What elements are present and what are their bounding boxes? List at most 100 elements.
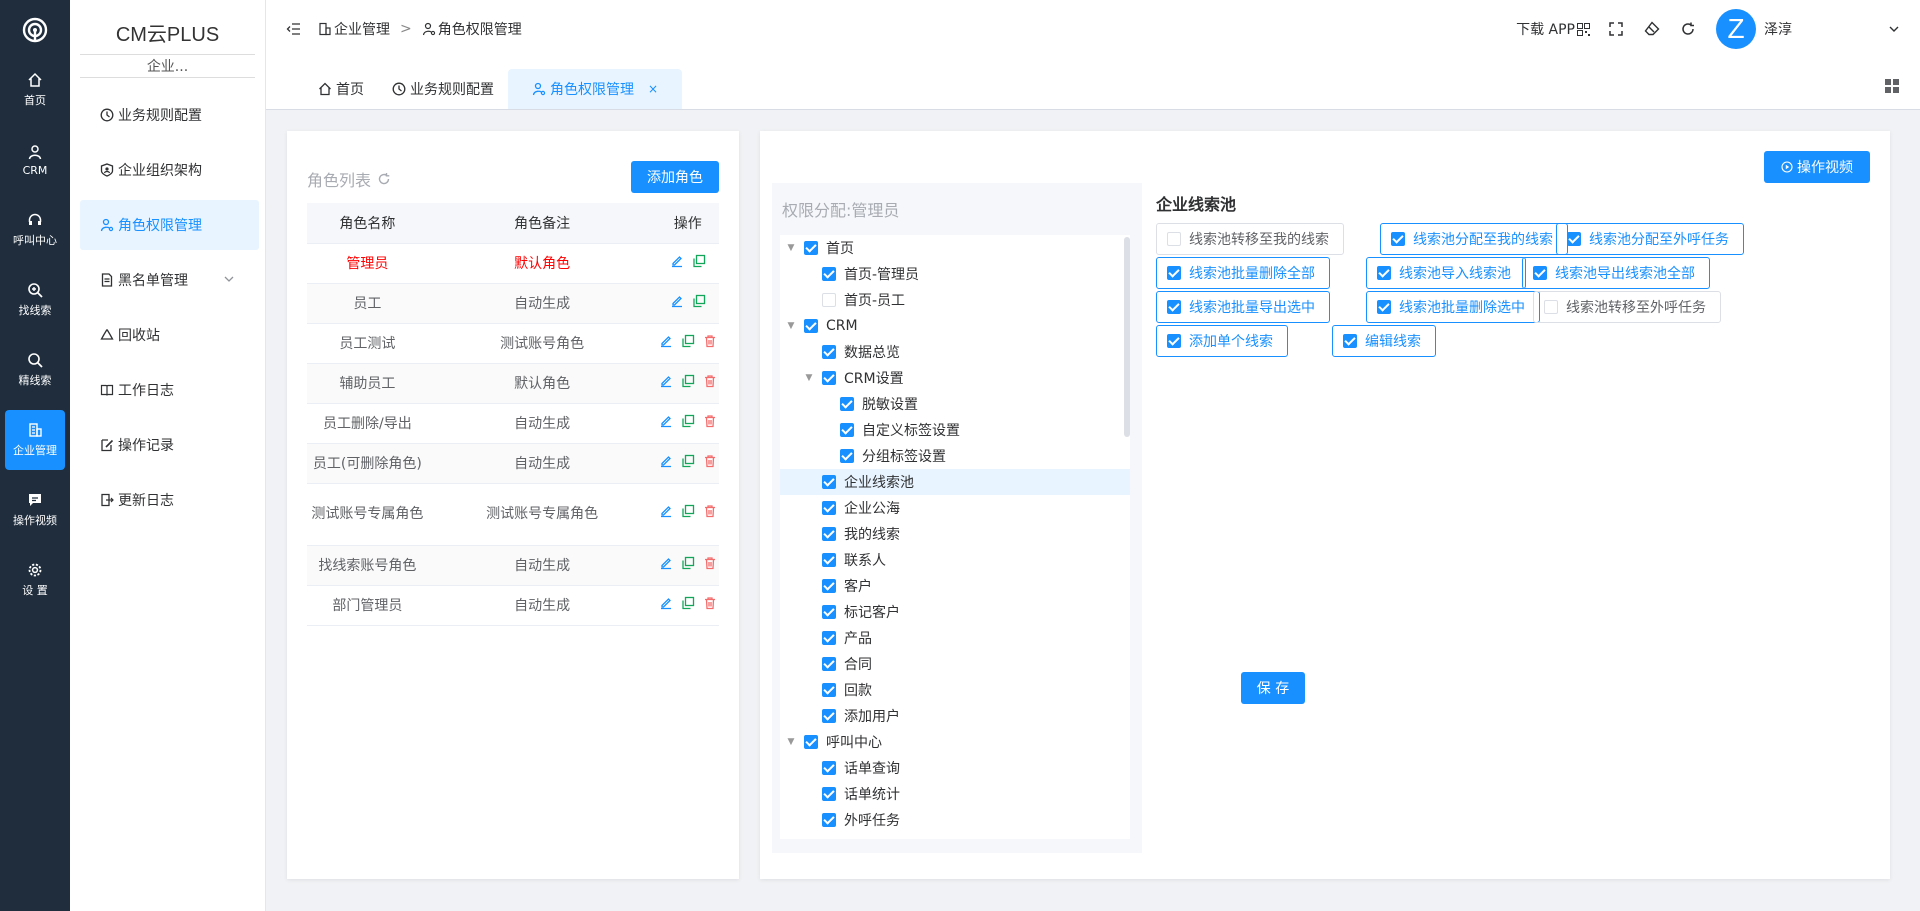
tree-checkbox[interactable] bbox=[822, 709, 836, 723]
tree-checkbox[interactable] bbox=[822, 267, 836, 281]
tree-node[interactable]: 话单统计 bbox=[780, 781, 1130, 807]
tab-role-permissions[interactable]: 角色权限管理 × bbox=[508, 69, 683, 109]
edit-icon[interactable] bbox=[659, 414, 673, 428]
rail-item-home[interactable]: 首页 bbox=[5, 60, 65, 120]
copy-icon[interactable] bbox=[681, 454, 695, 468]
tree-node[interactable]: 脱敏设置 bbox=[780, 391, 1130, 417]
fullscreen-icon[interactable] bbox=[1608, 21, 1624, 37]
checkbox[interactable] bbox=[1377, 300, 1391, 314]
tree-node[interactable]: ▼ 呼叫中心 bbox=[780, 729, 1130, 755]
tree-node[interactable]: ▼ 首页 bbox=[780, 235, 1130, 261]
checkbox[interactable] bbox=[1167, 232, 1181, 246]
tree-node[interactable]: 客户 bbox=[780, 573, 1130, 599]
tree-node[interactable]: 企业线索池 bbox=[780, 469, 1130, 495]
copy-icon[interactable] bbox=[692, 294, 706, 308]
checkbox[interactable] bbox=[1544, 300, 1558, 314]
checkbox[interactable] bbox=[1391, 232, 1405, 246]
tree-node[interactable]: 合同 bbox=[780, 651, 1130, 677]
rail-item-settings[interactable]: 设 置 bbox=[5, 550, 65, 610]
tree-node[interactable]: 首页-管理员 bbox=[780, 261, 1130, 287]
caret-down-icon[interactable]: ▼ bbox=[802, 371, 816, 385]
add-role-button[interactable]: 添加角色 bbox=[631, 161, 719, 193]
tree-node[interactable]: 自定义标签设置 bbox=[780, 417, 1130, 443]
tree-checkbox[interactable] bbox=[822, 553, 836, 567]
delete-icon[interactable] bbox=[703, 454, 717, 468]
tree-checkbox[interactable] bbox=[822, 501, 836, 515]
tree-checkbox[interactable] bbox=[822, 761, 836, 775]
tree-node[interactable]: 首页-员工 bbox=[780, 287, 1130, 313]
sidebar-item-blacklist[interactable]: 黑名单管理 bbox=[80, 255, 259, 305]
sidebar-item-operation-log[interactable]: 操作记录 bbox=[80, 420, 259, 470]
delete-icon[interactable] bbox=[703, 414, 717, 428]
checkbox[interactable] bbox=[1167, 334, 1181, 348]
refresh-icon[interactable] bbox=[377, 172, 391, 186]
tree-scrollbar[interactable] bbox=[1124, 237, 1130, 437]
download-app-link[interactable]: 下载 APP bbox=[1516, 19, 1590, 39]
edit-icon[interactable] bbox=[670, 294, 684, 308]
table-row[interactable]: 部门管理员 自动生成 bbox=[307, 585, 719, 626]
copy-icon[interactable] bbox=[681, 596, 695, 610]
checkbox[interactable] bbox=[1377, 266, 1391, 280]
table-row[interactable]: 测试账号专属角色 测试账号专属角色 bbox=[307, 483, 719, 546]
sidebar-item-update-log[interactable]: 更新日志 bbox=[80, 475, 259, 525]
table-row[interactable]: 员工(可删除角色) 自动生成 bbox=[307, 443, 719, 484]
sidebar-item-role-permissions[interactable]: 角色权限管理 bbox=[80, 200, 259, 250]
table-row[interactable]: 员工删除/导出 自动生成 bbox=[307, 403, 719, 444]
edit-icon[interactable] bbox=[659, 596, 673, 610]
checkbox[interactable] bbox=[1533, 266, 1547, 280]
copy-icon[interactable] bbox=[681, 556, 695, 570]
table-row[interactable]: 员工 自动生成 bbox=[307, 283, 719, 324]
delete-icon[interactable] bbox=[703, 503, 717, 518]
permission-checkbox[interactable]: 线索池转移至我的线索 bbox=[1156, 223, 1344, 255]
permission-checkbox[interactable]: 添加单个线索 bbox=[1156, 325, 1288, 357]
menu-fold-icon[interactable] bbox=[286, 21, 302, 37]
tree-checkbox[interactable] bbox=[840, 397, 854, 411]
app-logo[interactable] bbox=[0, 0, 70, 60]
permission-checkbox[interactable]: 线索池导入线索池 bbox=[1366, 257, 1526, 289]
tree-checkbox[interactable] bbox=[822, 527, 836, 541]
copy-icon[interactable] bbox=[681, 414, 695, 428]
tree-node[interactable]: ▼ CRM bbox=[780, 313, 1130, 339]
permission-checkbox[interactable]: 线索池批量导出选中 bbox=[1156, 291, 1330, 323]
delete-icon[interactable] bbox=[703, 596, 717, 610]
copy-icon[interactable] bbox=[681, 334, 695, 348]
edit-icon[interactable] bbox=[659, 503, 673, 518]
rail-item-crm[interactable]: CRM bbox=[5, 130, 65, 190]
clear-cache-icon[interactable] bbox=[1644, 21, 1660, 37]
checkbox[interactable] bbox=[1567, 232, 1581, 246]
delete-icon[interactable] bbox=[703, 374, 717, 388]
sidebar-item-org-structure[interactable]: 企业组织架构 bbox=[80, 145, 259, 195]
tree-checkbox[interactable] bbox=[822, 683, 836, 697]
checkbox[interactable] bbox=[1343, 334, 1357, 348]
breadcrumb-item[interactable]: 企业管理 bbox=[334, 19, 390, 39]
operation-video-button[interactable]: 操作视频 bbox=[1764, 151, 1870, 183]
tree-node[interactable]: 我的线索 bbox=[780, 521, 1130, 547]
edit-icon[interactable] bbox=[659, 556, 673, 570]
sidebar-item-work-log[interactable]: 工作日志 bbox=[80, 365, 259, 415]
tree-node[interactable]: 产品 bbox=[780, 625, 1130, 651]
edit-icon[interactable] bbox=[670, 254, 684, 268]
checkbox[interactable] bbox=[1167, 266, 1181, 280]
tree-checkbox[interactable] bbox=[822, 813, 836, 827]
caret-down-icon[interactable]: ▼ bbox=[784, 241, 798, 255]
tree-checkbox[interactable] bbox=[822, 657, 836, 671]
grid-menu-icon[interactable] bbox=[1884, 78, 1900, 94]
tree-node[interactable]: 分组标签设置 bbox=[780, 443, 1130, 469]
permission-checkbox[interactable]: 线索池分配至我的线索 bbox=[1380, 223, 1568, 255]
table-row[interactable]: 辅助员工 默认角色 bbox=[307, 363, 719, 404]
tab-home[interactable]: 首页 bbox=[304, 69, 378, 109]
delete-icon[interactable] bbox=[703, 556, 717, 570]
tree-checkbox[interactable] bbox=[822, 345, 836, 359]
table-row[interactable]: 管理员 默认角色 bbox=[307, 243, 719, 284]
copy-icon[interactable] bbox=[681, 503, 695, 518]
permission-checkbox[interactable]: 线索池批量删除全部 bbox=[1156, 257, 1330, 289]
tree-checkbox[interactable] bbox=[822, 787, 836, 801]
caret-down-icon[interactable]: ▼ bbox=[784, 735, 798, 749]
tree-node[interactable]: 外呼任务 bbox=[780, 807, 1130, 833]
tree-node[interactable]: 数据总览 bbox=[780, 339, 1130, 365]
rail-item-enterprise[interactable]: 企业管理 bbox=[5, 410, 65, 470]
delete-icon[interactable] bbox=[703, 334, 717, 348]
edit-icon[interactable] bbox=[659, 334, 673, 348]
avatar[interactable]: Z bbox=[1716, 9, 1756, 49]
tree-node[interactable]: 联系人 bbox=[780, 547, 1130, 573]
